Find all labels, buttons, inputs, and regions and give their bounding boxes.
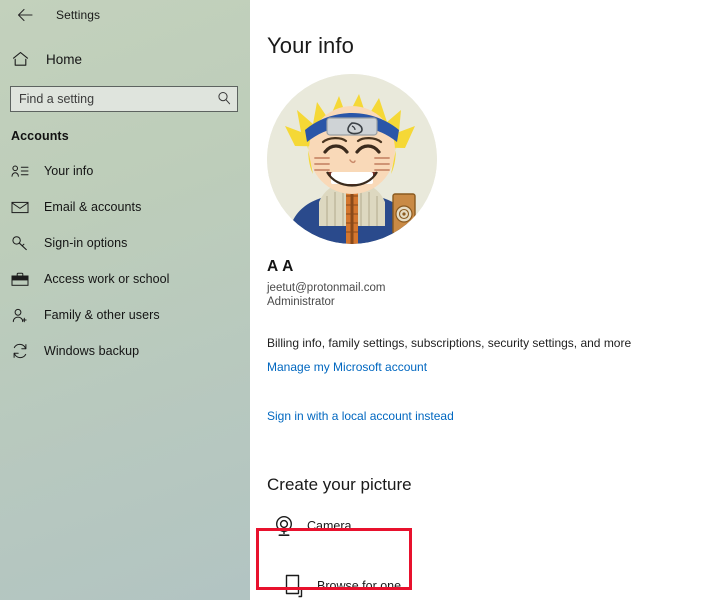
home-icon	[12, 51, 32, 67]
briefcase-icon	[11, 272, 33, 287]
create-picture-title: Create your picture	[267, 475, 412, 494]
sidebar-nav-list: Your info Email & accounts Sign-in optio…	[0, 153, 250, 369]
envelope-icon	[11, 200, 33, 214]
sidebar-section-header: Accounts	[11, 129, 69, 143]
search-box[interactable]	[10, 86, 238, 112]
account-email: jeetut@protonmail.com	[267, 282, 386, 294]
key-icon	[11, 235, 33, 251]
account-name: A A	[267, 258, 294, 275]
page-title: Your info	[267, 33, 354, 58]
contact-card-icon	[11, 164, 33, 178]
avatar[interactable]	[267, 74, 437, 244]
sidebar-item-access-work-school-label: Access work or school	[44, 272, 170, 286]
sidebar-item-windows-backup[interactable]: Windows backup	[0, 333, 250, 369]
webcam-icon	[267, 515, 301, 537]
settings-window: Settings Home Accounts	[0, 0, 718, 600]
sidebar-item-email-accounts[interactable]: Email & accounts	[0, 189, 250, 225]
billing-description: Billing info, family settings, subscript…	[267, 336, 632, 350]
manage-microsoft-account-link[interactable]: Manage my Microsoft account	[267, 360, 427, 374]
sidebar-item-family-other-users[interactable]: Family & other users	[0, 297, 250, 333]
sidebar-item-your-info[interactable]: Your info	[0, 153, 250, 189]
sidebar-item-access-work-school[interactable]: Access work or school	[0, 261, 250, 297]
sidebar-item-sign-in-options[interactable]: Sign-in options	[0, 225, 250, 261]
sidebar-item-windows-backup-label: Windows backup	[44, 344, 140, 358]
account-role: Administrator	[267, 296, 335, 308]
sidebar: Settings Home Accounts	[0, 0, 250, 600]
titlebar: Settings	[0, 0, 250, 30]
sync-icon	[11, 343, 33, 359]
sidebar-item-your-info-label: Your info	[44, 164, 94, 178]
sign-in-local-account-link[interactable]: Sign in with a local account instead	[267, 409, 454, 423]
sidebar-item-home-label: Home	[46, 51, 83, 67]
sidebar-item-family-other-users-label: Family & other users	[44, 308, 160, 322]
create-picture-option-browse[interactable]: Browse for one	[267, 569, 718, 600]
search-input[interactable]	[10, 86, 238, 112]
sidebar-item-home[interactable]: Home	[0, 46, 250, 72]
back-arrow-icon[interactable]	[12, 4, 38, 26]
content-pane: Your info A A jeetut@protonmail.com Admi…	[250, 0, 718, 600]
sidebar-item-email-accounts-label: Email & accounts	[44, 200, 142, 214]
person-add-icon	[11, 308, 33, 323]
window-title: Settings	[56, 8, 101, 22]
create-picture-option-camera[interactable]: Camera	[267, 509, 718, 543]
document-page-icon	[277, 574, 311, 598]
create-picture-option-browse-label: Browse for one	[317, 579, 402, 593]
sidebar-item-sign-in-options-label: Sign-in options	[44, 236, 128, 250]
create-picture-option-camera-label: Camera	[307, 519, 352, 533]
